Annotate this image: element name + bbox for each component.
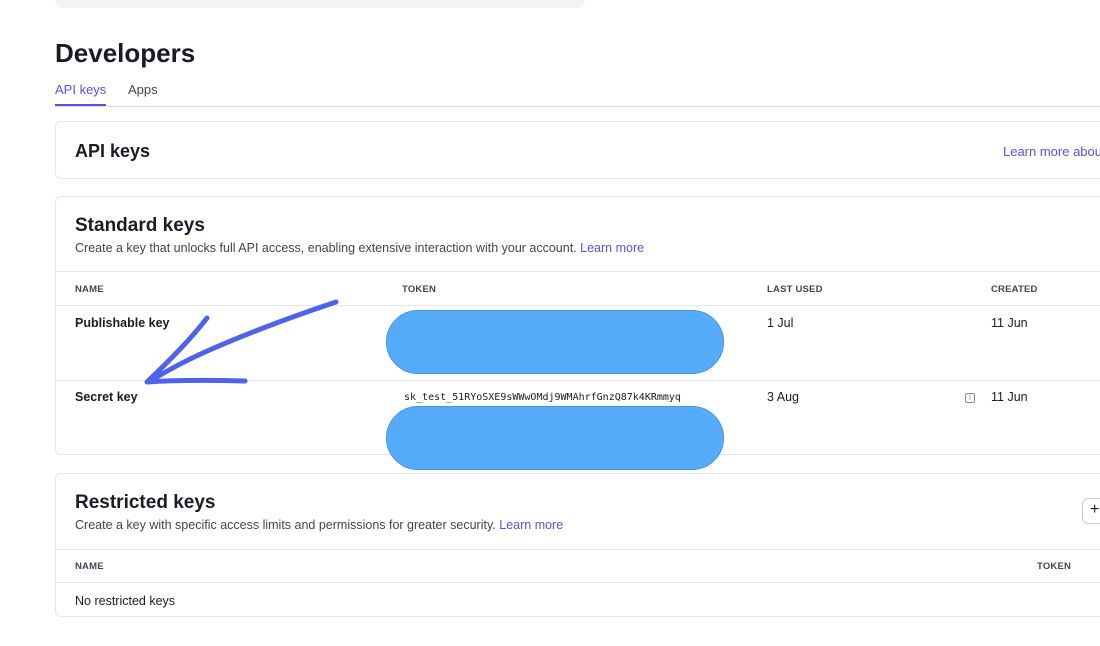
- restricted-keys-card: Restricted keys Create a key with specif…: [55, 473, 1100, 617]
- secret-key-token[interactable]: sk_test_51RYoSXE9sWWwOMdj9WMAhrfGnzQ87k4…: [404, 392, 681, 403]
- publishable-key-created: 11 Jun: [991, 316, 1028, 330]
- divider: [56, 271, 1100, 272]
- column-header-token: TOKEN: [1037, 561, 1072, 572]
- divider: [56, 380, 1100, 381]
- column-header-created: CREATED: [991, 284, 1038, 295]
- api-keys-card-title: API keys: [75, 141, 151, 161]
- divider: [56, 549, 1100, 550]
- column-header-name: NAME: [75, 284, 104, 295]
- tab-apps[interactable]: Apps: [128, 82, 158, 97]
- tab-api-keys[interactable]: API keys: [55, 82, 107, 106]
- top-search-bar[interactable]: [55, 0, 585, 8]
- redaction-overlay: [386, 310, 724, 374]
- info-icon[interactable]: i: [965, 393, 975, 403]
- tab-bar: API keys Apps: [55, 80, 1100, 107]
- secret-key-created: 11 Jun: [991, 390, 1028, 404]
- standard-keys-description: Create a key that unlocks full API acces…: [75, 241, 645, 255]
- column-header-last-used: LAST USED: [767, 284, 823, 295]
- publishable-key-name: Publishable key: [75, 316, 170, 330]
- add-restricted-key-button[interactable]: +: [1082, 498, 1100, 524]
- secret-key-last-used: 3 Aug: [767, 390, 799, 404]
- learn-more-link[interactable]: Learn more abou: [1003, 144, 1100, 159]
- no-restricted-keys-text: No restricted keys: [75, 594, 176, 608]
- secret-key-name: Secret key: [75, 390, 138, 404]
- standard-keys-title: Standard keys: [75, 215, 205, 236]
- restricted-keys-description: Create a key with specific access limits…: [75, 518, 564, 532]
- publishable-key-last-used: 1 Jul: [767, 316, 794, 330]
- column-header-token: TOKEN: [402, 284, 437, 295]
- redaction-overlay: [386, 406, 724, 470]
- api-keys-card: API keys Learn more abou: [55, 121, 1100, 179]
- restricted-keys-learn-more-link[interactable]: Learn more: [499, 518, 563, 532]
- divider: [56, 305, 1100, 306]
- page-title: Developers: [55, 38, 196, 68]
- divider: [56, 582, 1100, 583]
- restricted-keys-title: Restricted keys: [75, 492, 216, 513]
- standard-keys-learn-more-link[interactable]: Learn more: [580, 241, 644, 255]
- column-header-name: NAME: [75, 561, 104, 572]
